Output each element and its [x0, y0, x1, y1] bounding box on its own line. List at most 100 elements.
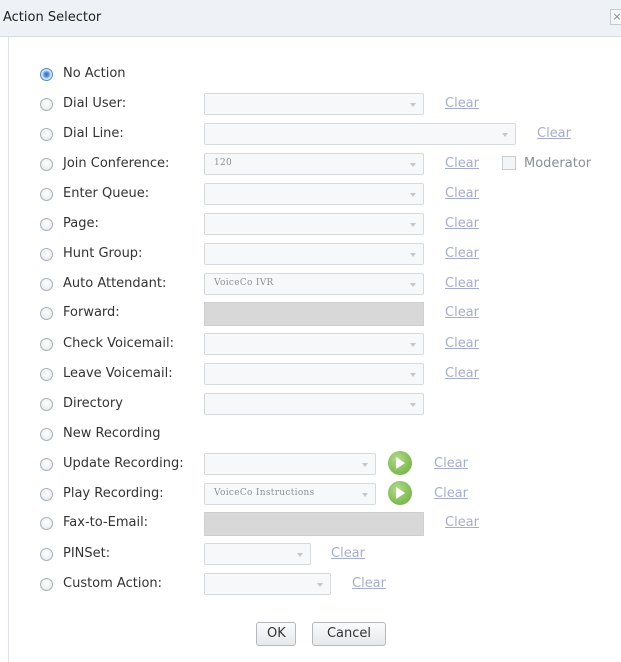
auto-attendant-clear-link[interactable]: Clear [445, 276, 479, 291]
pinset-label: PINSet: [63, 546, 111, 561]
ok-button[interactable]: OK [256, 622, 296, 646]
directory-radio[interactable] [40, 398, 53, 411]
update-recording-select[interactable] [204, 453, 376, 475]
auto-attendant-select[interactable]: VoiceCo IVR [204, 273, 424, 295]
update-recording-clear-link[interactable]: Clear [434, 456, 468, 471]
hunt-group-select[interactable] [204, 243, 424, 265]
action-option-dial-user: Dial User: Clear [0, 93, 621, 117]
action-option-fax-to-email: Fax-to-Email: Clear [0, 512, 621, 536]
page-clear-link[interactable]: Clear [445, 216, 479, 231]
dial-line-radio[interactable] [40, 128, 53, 141]
chevron-down-icon [410, 403, 416, 407]
fax-to-email-label: Fax-to-Email: [63, 515, 149, 530]
forward-label: Forward: [63, 305, 120, 320]
pinset-clear-link[interactable]: Clear [331, 546, 365, 561]
pinset-radio[interactable] [40, 548, 53, 561]
join-conference-value: 120 [214, 158, 233, 168]
custom-action-radio[interactable] [40, 578, 53, 591]
dial-user-select[interactable] [204, 93, 424, 115]
play-recording-select[interactable]: VoiceCo Instructions [204, 483, 376, 505]
page-label: Page: [63, 216, 99, 231]
leave-voicemail-label: Leave Voicemail: [63, 366, 173, 381]
hunt-group-label: Hunt Group: [63, 246, 143, 261]
action-option-no-action: No Action [0, 63, 621, 87]
chevron-down-icon [362, 463, 368, 467]
auto-attendant-value: VoiceCo IVR [214, 278, 274, 288]
custom-action-label: Custom Action: [63, 576, 163, 591]
dial-line-clear-link[interactable]: Clear [537, 126, 571, 141]
action-option-new-recording: New Recording [0, 423, 621, 447]
custom-action-select[interactable] [204, 573, 331, 595]
dial-line-label: Dial Line: [63, 126, 124, 141]
dialog-title: Action Selector [3, 10, 102, 25]
forward-input[interactable] [204, 302, 424, 326]
chevron-down-icon [410, 223, 416, 227]
directory-label: Directory [63, 396, 123, 411]
enter-queue-radio[interactable] [40, 188, 53, 201]
auto-attendant-radio[interactable] [40, 278, 53, 291]
fax-to-email-clear-link[interactable]: Clear [445, 515, 479, 530]
hunt-group-radio[interactable] [40, 248, 53, 261]
check-voicemail-radio[interactable] [40, 338, 53, 351]
action-option-hunt-group: Hunt Group: Clear [0, 243, 621, 267]
join-conference-label: Join Conference: [63, 156, 170, 171]
no-action-radio[interactable] [40, 68, 53, 81]
action-option-dial-line: Dial Line: Clear [0, 123, 621, 147]
chevron-down-icon [502, 133, 508, 137]
fax-to-email-radio[interactable] [40, 517, 53, 530]
play-icon[interactable] [388, 451, 412, 475]
action-option-check-voicemail: Check Voicemail: Clear [0, 333, 621, 357]
action-option-auto-attendant: Auto Attendant: VoiceCo IVR Clear [0, 273, 621, 297]
chevron-down-icon [410, 283, 416, 287]
chevron-down-icon [410, 373, 416, 377]
play-recording-clear-link[interactable]: Clear [434, 486, 468, 501]
hunt-group-clear-link[interactable]: Clear [445, 246, 479, 261]
moderator-checkbox[interactable] [502, 156, 516, 170]
check-voicemail-clear-link[interactable]: Clear [445, 336, 479, 351]
forward-radio[interactable] [40, 307, 53, 320]
play-recording-radio[interactable] [40, 488, 53, 501]
action-option-play-recording: Play Recording: VoiceCo Instructions Cle… [0, 481, 621, 507]
play-icon[interactable] [388, 481, 412, 505]
chevron-down-icon [410, 193, 416, 197]
page-radio[interactable] [40, 218, 53, 231]
enter-queue-clear-link[interactable]: Clear [445, 186, 479, 201]
dial-user-radio[interactable] [40, 98, 53, 111]
check-voicemail-select[interactable] [204, 333, 424, 355]
join-conference-radio[interactable] [40, 158, 53, 171]
update-recording-label: Update Recording: [63, 456, 184, 471]
dial-user-label: Dial User: [63, 96, 127, 111]
action-option-page: Page: Clear [0, 213, 621, 237]
action-option-update-recording: Update Recording: Clear [0, 451, 621, 477]
chevron-down-icon [410, 343, 416, 347]
close-icon[interactable]: × [610, 9, 621, 25]
fax-to-email-input[interactable] [204, 512, 424, 536]
update-recording-radio[interactable] [40, 458, 53, 471]
join-conference-select[interactable]: 120 [204, 153, 424, 175]
chevron-down-icon [297, 553, 303, 557]
join-conference-clear-link[interactable]: Clear [445, 156, 479, 171]
action-option-custom-action: Custom Action: Clear [0, 573, 621, 597]
check-voicemail-label: Check Voicemail: [63, 336, 174, 351]
custom-action-clear-link[interactable]: Clear [352, 576, 386, 591]
page-select[interactable] [204, 213, 424, 235]
enter-queue-select[interactable] [204, 183, 424, 205]
pinset-select[interactable] [204, 543, 311, 565]
forward-clear-link[interactable]: Clear [445, 305, 479, 320]
leave-voicemail-radio[interactable] [40, 368, 53, 381]
action-option-leave-voicemail: Leave Voicemail: Clear [0, 363, 621, 387]
moderator-label: Moderator [524, 156, 592, 171]
leave-voicemail-select[interactable] [204, 363, 424, 385]
dial-line-select[interactable] [204, 123, 516, 145]
cancel-button[interactable]: Cancel [312, 622, 386, 646]
dial-user-clear-link[interactable]: Clear [445, 96, 479, 111]
play-recording-value: VoiceCo Instructions [214, 488, 315, 498]
chevron-down-icon [410, 103, 416, 107]
action-option-forward: Forward: Clear [0, 302, 621, 326]
directory-select[interactable] [204, 393, 424, 415]
new-recording-radio[interactable] [40, 428, 53, 441]
leave-voicemail-clear-link[interactable]: Clear [445, 366, 479, 381]
chevron-down-icon [410, 163, 416, 167]
auto-attendant-label: Auto Attendant: [63, 276, 167, 291]
chevron-down-icon [317, 583, 323, 587]
